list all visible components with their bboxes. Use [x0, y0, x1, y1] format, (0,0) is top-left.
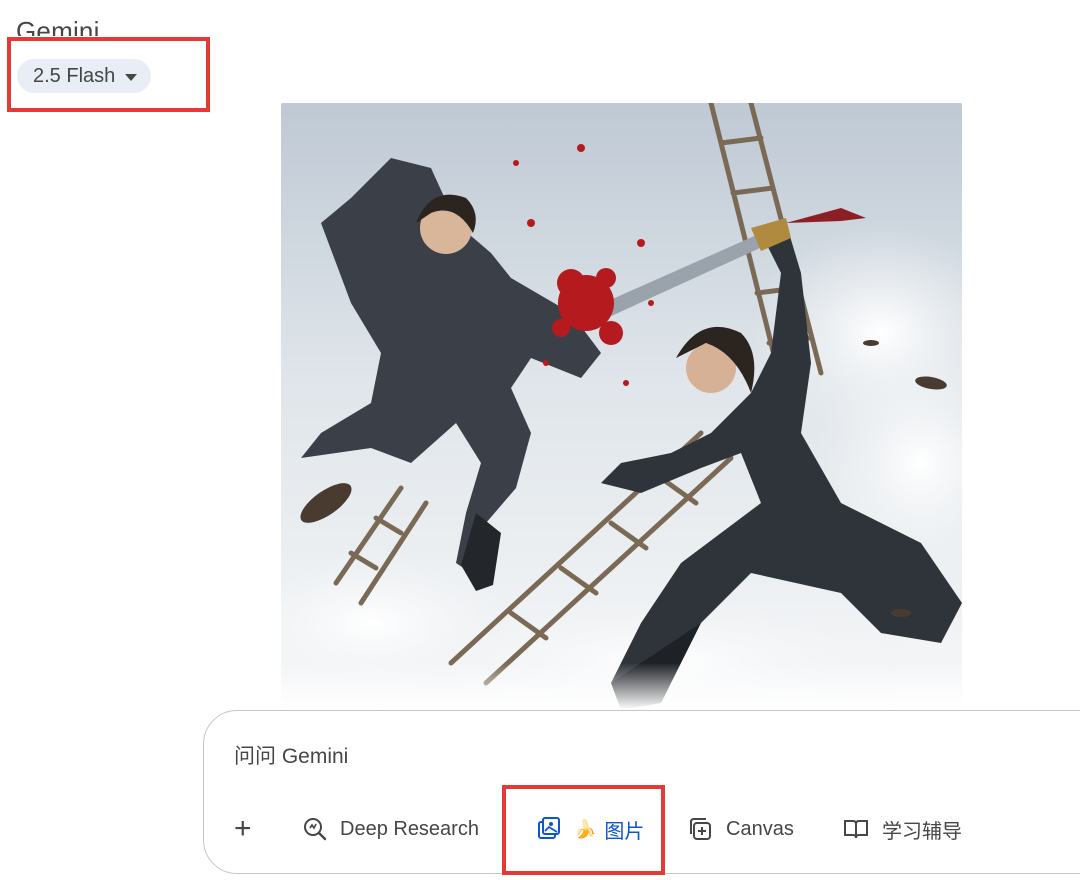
plus-icon: +	[234, 812, 252, 845]
generated-image[interactable]	[281, 103, 962, 710]
generated-image-art	[281, 103, 962, 710]
study-guide-button[interactable]: 学习辅导	[842, 807, 962, 851]
deep-research-icon	[304, 818, 327, 841]
image-tool-button[interactable]: 🍌 图片	[536, 807, 644, 851]
open-book-icon	[844, 820, 868, 839]
gemini-page: Gemini 2.5 Flash 问问 Gemini + Deep Resear…	[0, 0, 1080, 880]
canvas-label: Canvas	[726, 817, 794, 840]
prompt-input[interactable]	[234, 741, 1080, 773]
caret-down-icon	[125, 73, 138, 81]
model-selector-button[interactable]: 2.5 Flash	[17, 59, 152, 93]
add-button[interactable]: +	[234, 807, 252, 851]
canvas-icon	[690, 818, 711, 840]
model-label: 2.5 Flash	[33, 64, 116, 87]
image-tool-label: 图片	[604, 820, 645, 843]
composer-toolbar: + Deep Research 🍌 图片 Canvas 学习辅导	[204, 807, 1080, 851]
study-guide-label: 学习辅导	[882, 820, 962, 843]
banana-icon: 🍌	[574, 818, 597, 839]
prompt-composer: + Deep Research 🍌 图片	[203, 710, 1080, 874]
canvas-button[interactable]: Canvas	[688, 807, 794, 851]
deep-research-button[interactable]: Deep Research	[302, 807, 479, 851]
deep-research-label: Deep Research	[340, 817, 479, 840]
image-icon	[538, 817, 560, 839]
app-title: Gemini	[16, 16, 100, 36]
